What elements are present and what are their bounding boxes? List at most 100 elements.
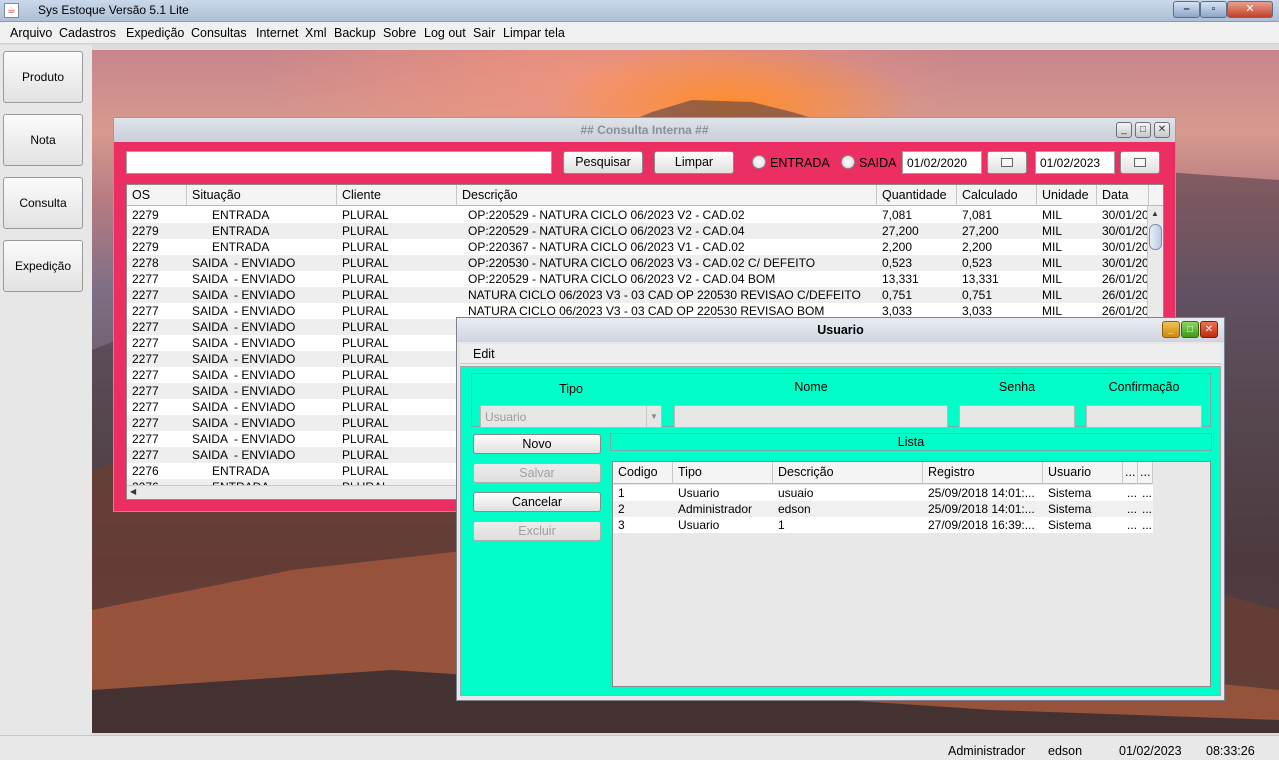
status-date: 01/02/2023 [1119, 744, 1182, 758]
col-tipo[interactable]: Tipo [673, 462, 773, 484]
menu-edit[interactable]: Edit [473, 347, 495, 361]
cell-cliente: PLURAL [342, 368, 389, 382]
table-row[interactable]: 2279 ENTRADA PLURAL OP:220529 - NATURA CIC… [127, 207, 1149, 223]
limpar-button[interactable]: Limpar [654, 151, 734, 174]
close-button[interactable]: ✕ [1227, 1, 1273, 18]
produto-button[interactable]: Produto [3, 51, 83, 103]
excluir-button[interactable]: Excluir [473, 521, 601, 541]
cell-codigo: 2 [618, 502, 625, 516]
col-os[interactable]: OS [127, 185, 187, 206]
cell-data: 30/01/20 [1102, 208, 1149, 222]
nota-button[interactable]: Nota [3, 114, 83, 166]
usuario-maximize-button[interactable]: □ [1181, 321, 1199, 338]
nome-field[interactable] [674, 405, 948, 428]
list-item[interactable]: 2 Administrador edson 25/09/2018 14:01:... S… [613, 501, 1153, 517]
col-descricao[interactable]: Descrição [457, 185, 877, 206]
cell-extra-1: ... [1127, 518, 1138, 532]
cell-data: 30/01/20 [1102, 240, 1149, 254]
table-row[interactable]: 2278 SAIDA - ENVIADO PLURAL OP:220530 - NAT… [127, 255, 1149, 271]
consulta-minimize-button[interactable]: _ [1116, 122, 1132, 138]
calendar-icon [1134, 158, 1146, 167]
col-situacao[interactable]: Situação [187, 185, 337, 206]
cell-codigo: 3 [618, 518, 625, 532]
pesquisar-button[interactable]: Pesquisar [563, 151, 643, 174]
scrollbar-thumb[interactable] [1149, 224, 1162, 250]
cell-quantidade: 2,200 [882, 240, 913, 254]
menu-arquivo[interactable]: Arquivo [10, 26, 52, 40]
usuario-title: Usuario [817, 323, 864, 337]
consulta-table-header: OS Situação Cliente Descrição Quantidade… [127, 185, 1163, 206]
col-codigo[interactable]: Codigo [613, 462, 673, 484]
col-extra-2[interactable]: ... [1138, 462, 1153, 484]
consulta-maximize-button[interactable]: □ [1135, 122, 1151, 138]
scroll-left-icon[interactable]: ◀ [130, 487, 136, 496]
menu-expedicao[interactable]: Expedição [126, 26, 184, 40]
col-data[interactable]: Data [1097, 185, 1149, 206]
date-to-field[interactable]: 01/02/2023 [1035, 151, 1115, 174]
cell-calculado: 13,331 [962, 272, 999, 286]
usuario-titlebar: Usuario _ □ ✕ [457, 318, 1224, 342]
cell-situacao: ENTRADA [192, 240, 270, 254]
cell-calculado: 2,200 [962, 240, 993, 254]
cancelar-button[interactable]: Cancelar [473, 492, 601, 512]
menu-xml[interactable]: Xml [305, 26, 327, 40]
col-unidade[interactable]: Unidade [1037, 185, 1097, 206]
col-extra-1[interactable]: ... [1123, 462, 1138, 484]
menu-limpar-tela[interactable]: Limpar tela [503, 26, 565, 40]
cell-os: 2276 [132, 464, 159, 478]
col-descricao[interactable]: Descrição [773, 462, 923, 484]
table-row[interactable]: 2279 ENTRADA PLURAL OP:220529 - NATURA CIC… [127, 223, 1149, 239]
col-calculado[interactable]: Calculado [957, 185, 1037, 206]
cell-tipo: Administrador [678, 502, 753, 516]
novo-button[interactable]: Novo [473, 434, 601, 454]
list-item[interactable]: 3 Usuario 1 27/09/2018 16:39:... Sistema....… [613, 517, 1153, 533]
tipo-select[interactable]: Usuario ▼ [480, 405, 662, 428]
cell-situacao: SAIDA - ENVIADO [192, 384, 296, 398]
salvar-button[interactable]: Salvar [473, 463, 601, 483]
menu-internet[interactable]: Internet [256, 26, 298, 40]
maximize-button[interactable]: ▫ [1200, 1, 1227, 18]
col-cliente[interactable]: Cliente [337, 185, 457, 206]
cell-descricao: NATURA CICLO 06/2023 V3 - 03 CAD OP 2205… [468, 288, 861, 302]
col-usuario[interactable]: Usuario [1043, 462, 1123, 484]
date-from-field[interactable]: 01/02/2020 [902, 151, 982, 174]
cell-situacao: ENTRADA [192, 224, 270, 238]
menu-logout[interactable]: Log out [424, 26, 466, 40]
cell-os: 2279 [132, 224, 159, 238]
date-to-calendar-button[interactable] [1120, 151, 1160, 174]
cell-cliente: PLURAL [342, 224, 389, 238]
consulta-close-button[interactable]: ✕ [1154, 122, 1170, 138]
saida-radio[interactable] [841, 155, 855, 169]
col-quantidade[interactable]: Quantidade [877, 185, 957, 206]
minimize-button[interactable]: – [1173, 1, 1200, 18]
senha-field[interactable] [959, 405, 1075, 428]
cell-unidade: MIL [1042, 208, 1063, 222]
table-row[interactable]: 2277 SAIDA - ENVIADO PLURAL OP:220529 - NAT… [127, 271, 1149, 287]
menu-backup[interactable]: Backup [334, 26, 376, 40]
menu-consultas[interactable]: Consultas [191, 26, 247, 40]
menu-sair[interactable]: Sair [473, 26, 495, 40]
usuario-minimize-button[interactable]: _ [1162, 321, 1180, 338]
cell-os: 2277 [132, 368, 159, 382]
list-item[interactable]: 1 Usuario usuaio 25/09/2018 14:01:... Sistem… [613, 485, 1153, 501]
search-input[interactable] [126, 151, 552, 174]
table-row[interactable]: 2279 ENTRADA PLURAL OP:220367 - NATURA CIC… [127, 239, 1149, 255]
usuario-close-button[interactable]: ✕ [1200, 321, 1218, 338]
col-registro[interactable]: Registro [923, 462, 1043, 484]
date-from-calendar-button[interactable] [987, 151, 1027, 174]
cell-calculado: 0,523 [962, 256, 993, 270]
cell-data: 26/01/20 [1102, 288, 1149, 302]
menu-cadastros[interactable]: Cadastros [59, 26, 116, 40]
entrada-radio[interactable] [752, 155, 766, 169]
table-row[interactable]: 2277 SAIDA - ENVIADO PLURAL NATURA CICLO 06… [127, 287, 1149, 303]
confirmacao-field[interactable] [1086, 405, 1202, 428]
consulta-button[interactable]: Consulta [3, 177, 83, 229]
cell-descricao: usuaio [778, 486, 814, 500]
cell-cliente: PLURAL [342, 320, 389, 334]
scroll-up-icon[interactable]: ▲ [1151, 209, 1159, 218]
menu-sobre[interactable]: Sobre [383, 26, 416, 40]
cell-cliente: PLURAL [342, 272, 389, 286]
cell-os: 2277 [132, 272, 159, 286]
cell-situacao: SAIDA - ENVIADO [192, 368, 296, 382]
expedicao-button[interactable]: Expedição [3, 240, 83, 292]
